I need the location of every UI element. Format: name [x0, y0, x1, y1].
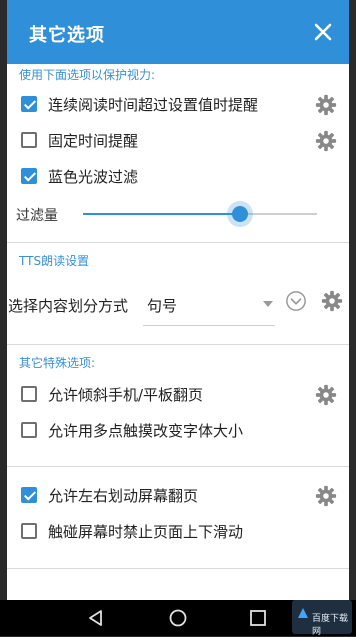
- checkbox-continuous-read-reminder[interactable]: [21, 96, 37, 112]
- filter-amount-slider[interactable]: [83, 206, 317, 222]
- divider: [7, 242, 349, 243]
- home-icon[interactable]: [168, 608, 188, 628]
- checkbox-multitouch-font-size[interactable]: [21, 422, 37, 438]
- option-label: 允许左右划动屏幕翻页: [48, 487, 199, 505]
- watermark-text: 百度下载网: [312, 614, 349, 637]
- tts-split-label: 选择内容划分方式: [8, 297, 129, 315]
- dropdown-triangle-icon[interactable]: [262, 298, 274, 310]
- gear-icon[interactable]: [315, 130, 337, 152]
- checkbox-disable-vertical-scroll[interactable]: [21, 523, 37, 539]
- divider: [7, 466, 349, 467]
- filter-amount-label: 过滤量: [16, 208, 58, 224]
- section-header-eye-protection: 使用下面选项以保护视力:: [19, 68, 156, 82]
- option-row-continuous-read-reminder[interactable]: 连续阅读时间超过设置值时提醒: [7, 88, 349, 124]
- slider-fill: [83, 213, 240, 215]
- option-label: 连续阅读时间超过设置值时提醒: [48, 96, 259, 114]
- slider-thumb[interactable]: [231, 206, 248, 222]
- dialog-titlebar: 其它选项: [7, 0, 349, 64]
- option-row-multitouch-font-size[interactable]: 允许用多点触摸改变字体大小: [7, 414, 349, 450]
- close-icon[interactable]: [311, 20, 335, 44]
- back-icon[interactable]: [86, 608, 106, 628]
- recents-icon[interactable]: [248, 608, 268, 628]
- divider: [7, 568, 349, 569]
- option-label: 允许用多点触摸改变字体大小: [48, 422, 244, 440]
- dialog-title: 其它选项: [29, 25, 105, 46]
- checkbox-tilt-flip[interactable]: [21, 386, 37, 402]
- option-row-swipe-flip[interactable]: 允许左右划动屏幕翻页: [7, 479, 349, 515]
- option-label: 蓝色光波过滤: [48, 168, 139, 186]
- checkbox-swipe-flip[interactable]: [21, 487, 37, 503]
- option-label: 固定时间提醒: [48, 132, 139, 150]
- option-row-tilt-flip[interactable]: 允许倾斜手机/平板翻页: [7, 378, 349, 414]
- gear-icon[interactable]: [315, 94, 337, 116]
- chevron-down-circle-icon[interactable]: [285, 290, 307, 312]
- option-row-blue-light-filter[interactable]: 蓝色光波过滤: [7, 160, 349, 196]
- divider: [7, 344, 349, 345]
- option-label: 允许倾斜手机/平板翻页: [48, 386, 204, 404]
- tts-split-select[interactable]: 句号: [147, 295, 177, 316]
- checkbox-blue-light-filter[interactable]: [21, 168, 37, 184]
- option-label: 触碰屏幕时禁止页面上下滑动: [48, 523, 244, 541]
- option-row-fixed-time-reminder[interactable]: 固定时间提醒: [7, 124, 349, 160]
- watermark-logo: 百度下载网: [292, 600, 352, 637]
- select-underline: [143, 325, 275, 326]
- watermark-mark-icon: [298, 608, 308, 618]
- gear-icon[interactable]: [315, 485, 337, 507]
- checkbox-fixed-time-reminder[interactable]: [21, 132, 37, 148]
- gear-icon[interactable]: [315, 384, 337, 406]
- section-header-tts: TTS朗读设置: [19, 254, 90, 268]
- section-header-special-options: 其它特殊选项:: [19, 356, 96, 370]
- options-dialog: 其它选项 使用下面选项以保护视力: 连续阅读时间超过设置值时提醒 固定时间提醒: [7, 0, 349, 600]
- option-row-disable-vertical-scroll[interactable]: 触碰屏幕时禁止页面上下滑动: [7, 515, 349, 551]
- gear-icon[interactable]: [321, 290, 343, 312]
